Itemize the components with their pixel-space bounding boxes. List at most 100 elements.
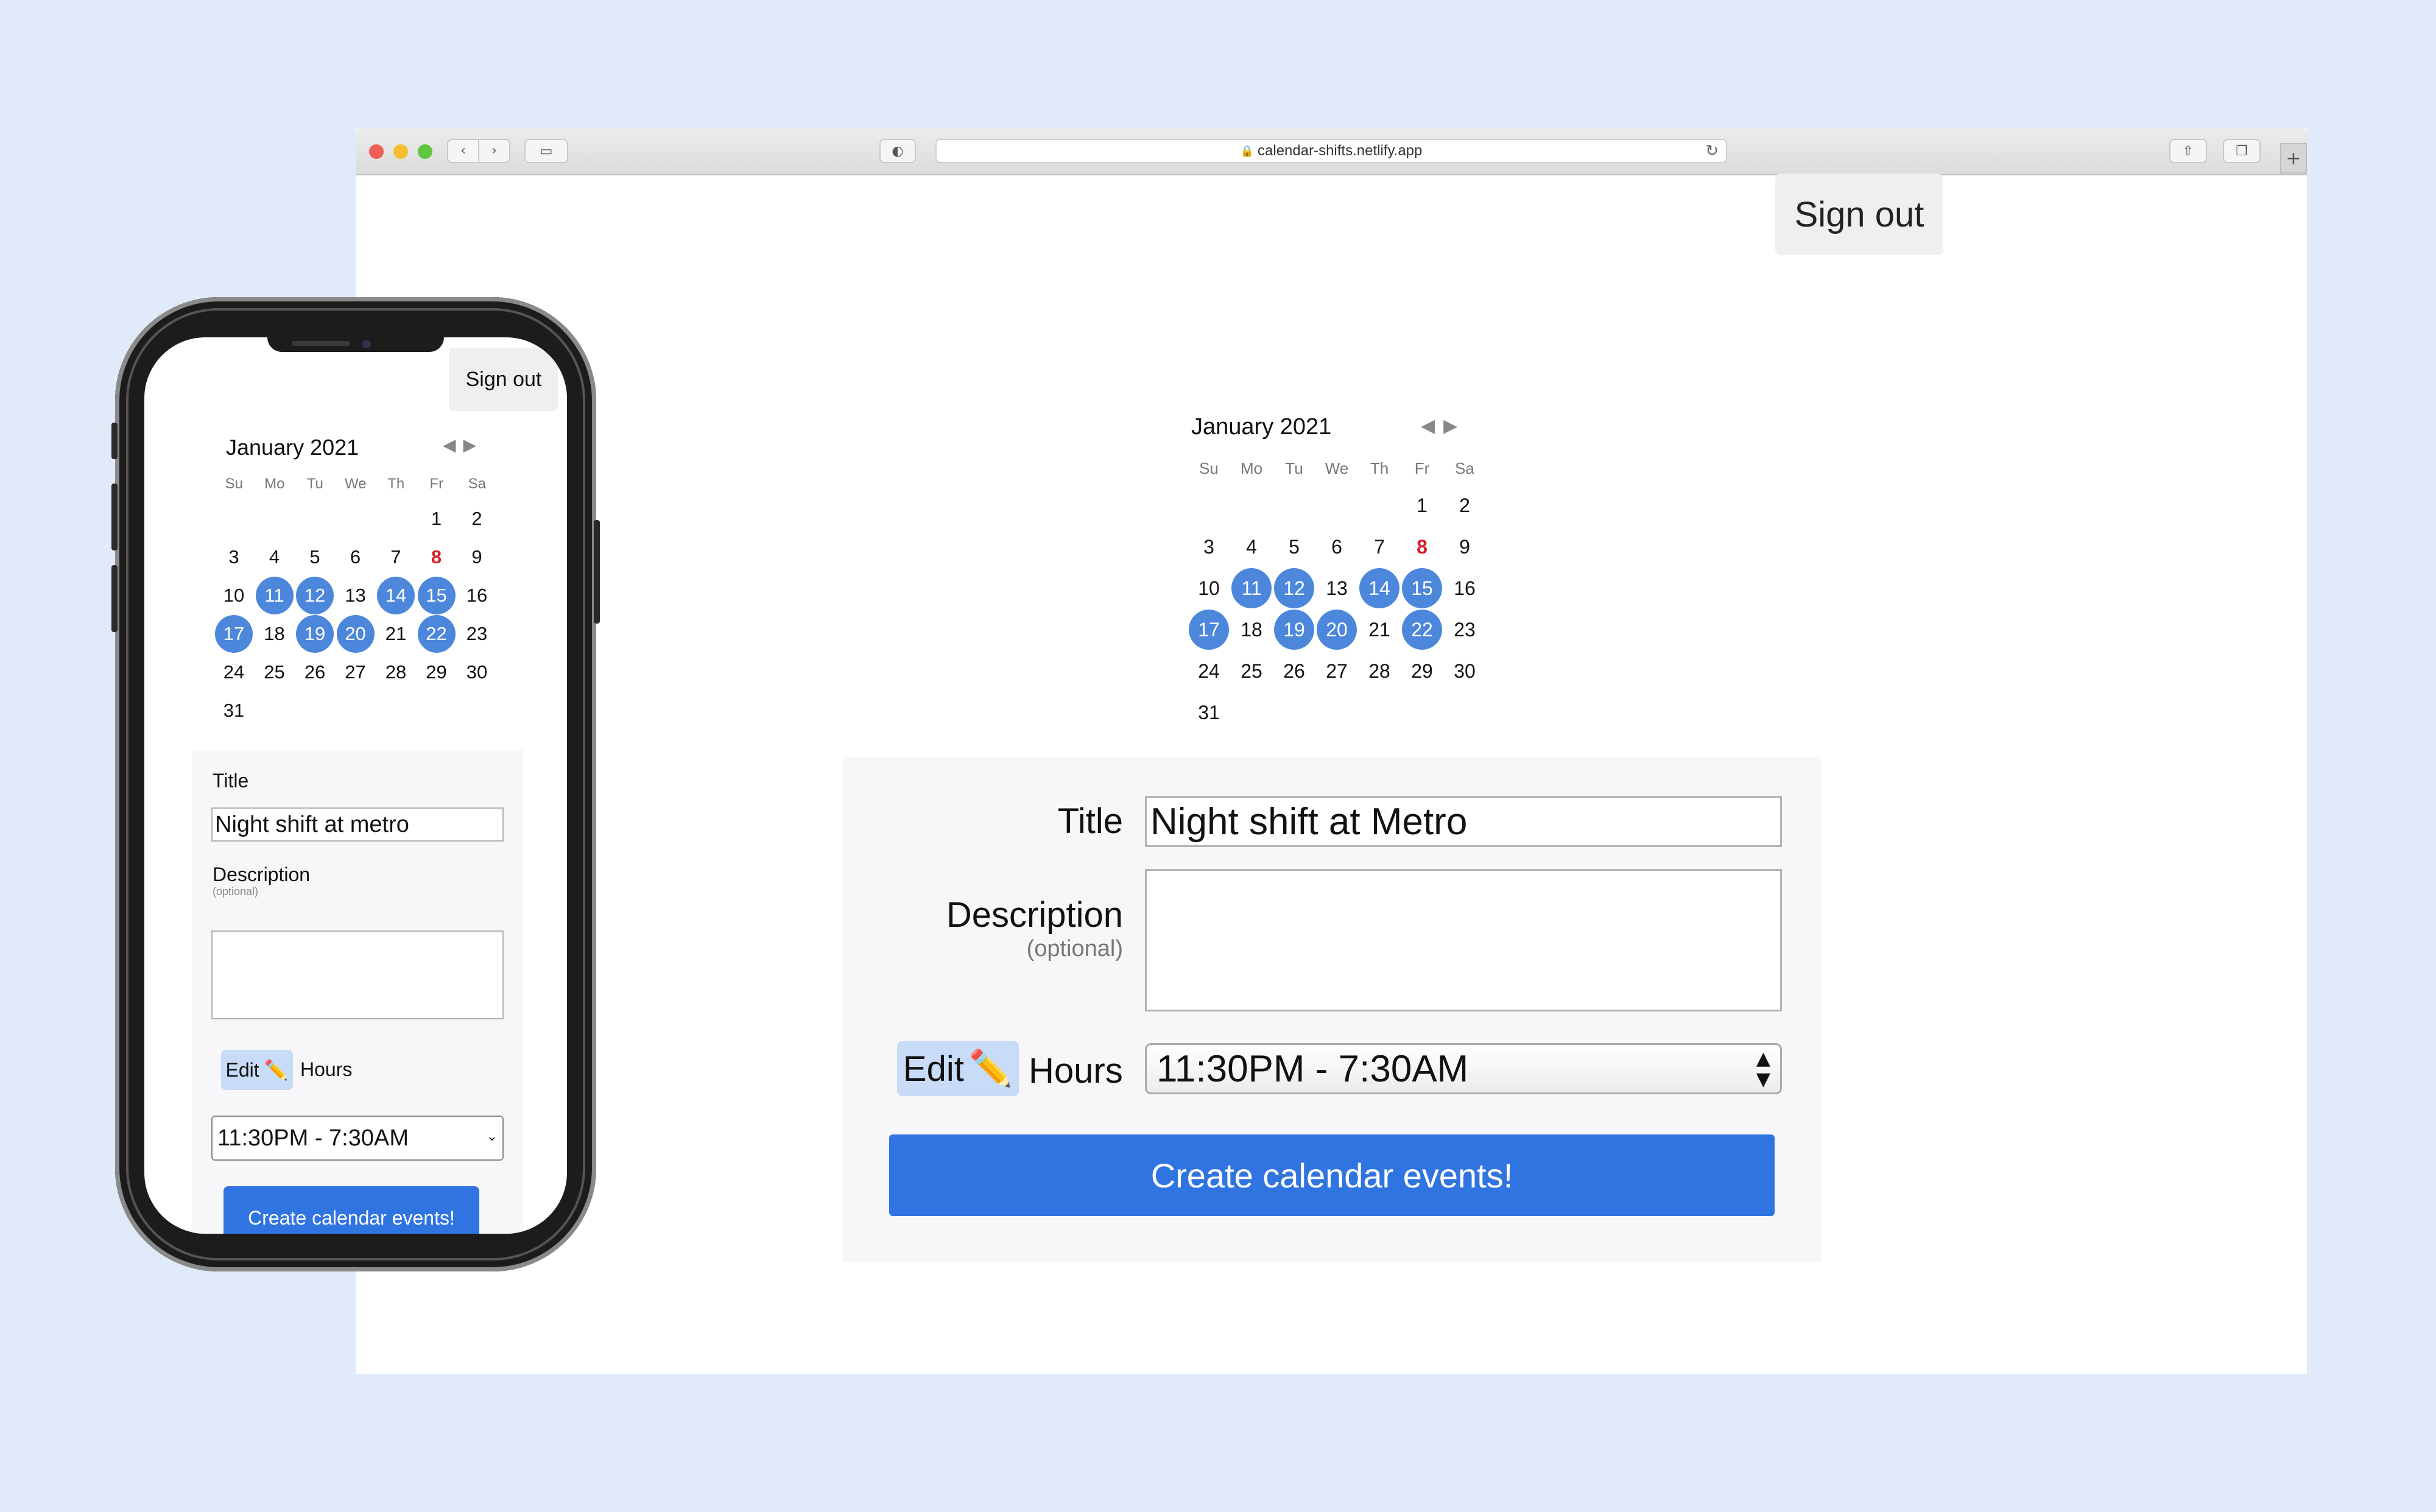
calendar-day-19[interactable]: 19 [1274,610,1314,650]
calendar-day-30[interactable]: 30 [458,653,496,691]
weekday-label: Sa [468,476,486,492]
calendar-day-3[interactable]: 3 [215,538,253,576]
address-bar[interactable]: 🔒 calendar-shifts.netlify.app ↻ [935,139,1727,163]
calendar-day-23[interactable]: 23 [458,615,496,653]
edit-hours-button[interactable]: Edit ✏️ [897,1041,1019,1096]
calendar-day-18[interactable]: 18 [256,615,294,653]
calendar-day-24[interactable]: 24 [215,653,253,691]
weekday-label: Fr [429,476,444,492]
calendar-empty-cell [1317,485,1357,526]
calendar-day-23[interactable]: 23 [1445,610,1485,650]
calendar-day-2[interactable]: 2 [458,500,496,538]
calendar-day-16[interactable]: 16 [458,577,496,614]
weekday-label: Tu [306,476,323,492]
sign-out-button[interactable]: Sign out [1775,174,1943,255]
calendar-day-26[interactable]: 26 [296,653,334,691]
new-tab-button[interactable]: + [2280,143,2307,174]
calendar-day-25[interactable]: 25 [256,653,294,691]
sign-out-button-mobile[interactable]: Sign out [449,348,558,411]
privacy-report-button[interactable]: ◐ [879,139,916,163]
calendar-day-11[interactable]: 11 [255,576,294,614]
calendar-day-29[interactable]: 29 [418,653,456,691]
minimize-window-button[interactable] [393,144,408,159]
calendar-day-28[interactable]: 28 [377,653,415,691]
next-month-icon[interactable]: ▶ [1443,415,1466,437]
calendar-day-18[interactable]: 18 [1231,610,1272,650]
calendar-day-28[interactable]: 28 [1359,651,1399,691]
hours-select[interactable]: 11:30PM - 7:30AM ▲ ▼ [1145,1043,1782,1094]
calendar-day-22[interactable]: 22 [417,614,456,653]
tab-overview-button[interactable]: ❐ [2223,139,2261,163]
calendar-day-15[interactable]: 15 [1402,568,1442,608]
title-input[interactable]: Night shift at Metro [1145,796,1782,847]
calendar-day-8[interactable]: 8 [1402,527,1442,567]
hours-select[interactable]: 11:30PM - 7:30AM ⌄ [211,1116,504,1161]
calendar-day-9[interactable]: 9 [1445,527,1485,567]
camera-icon [362,340,371,348]
calendar-day-26[interactable]: 26 [1274,651,1314,691]
calendar-day-20[interactable]: 20 [1317,610,1357,650]
close-window-button[interactable] [369,144,384,159]
prev-month-icon[interactable]: ◀ [1421,415,1443,437]
calendar-day-13[interactable]: 13 [1317,568,1357,608]
calendar-day-10[interactable]: 10 [1189,568,1229,608]
back-icon[interactable]: ‹ [448,140,479,162]
calendar-day-31[interactable]: 31 [215,692,253,730]
prev-month-icon[interactable]: ◀ [443,435,463,455]
calendar-day-21[interactable]: 21 [1359,610,1399,650]
calendar-day-14[interactable]: 14 [1359,568,1399,608]
sidebar-toggle-button[interactable]: ▭ [524,139,568,163]
calendar-day-19[interactable]: 19 [296,614,334,653]
calendar-day-4[interactable]: 4 [1231,527,1272,567]
calendar-day-27[interactable]: 27 [337,653,375,691]
calendar-day-7[interactable]: 7 [377,538,415,576]
reload-icon[interactable]: ↻ [1705,142,1719,160]
calendar-empty-cell [215,500,253,538]
calendar-day-10[interactable]: 10 [215,577,253,614]
calendar-day-3[interactable]: 3 [1189,527,1229,567]
calendar-grid: Su Mo Tu We Th Fr Sa 1 2 3 4 5 6 7 8 9 10 11 12 13 14 15 16 17 1… [1188,452,1486,733]
edit-hours-button[interactable]: Edit ✏️ [221,1050,293,1090]
create-events-button[interactable]: Create calendar events! [889,1134,1775,1216]
title-input[interactable]: Night shift at metro [211,807,504,842]
calendar-day-27[interactable]: 27 [1317,651,1357,691]
calendar-day-30[interactable]: 30 [1445,651,1485,691]
create-events-button[interactable]: Create calendar events! [224,1186,479,1234]
calendar-day-4[interactable]: 4 [256,538,294,576]
calendar-empty-cell [256,500,294,538]
calendar-day-1[interactable]: 1 [418,500,456,538]
calendar-day-17[interactable]: 17 [215,614,253,653]
calendar-day-16[interactable]: 16 [1445,568,1485,608]
calendar-day-12[interactable]: 12 [1274,568,1314,608]
calendar-day-14[interactable]: 14 [377,576,415,614]
calendar-day-25[interactable]: 25 [1231,651,1272,691]
next-month-icon[interactable]: ▶ [463,435,484,455]
calendar-day-20[interactable]: 20 [336,614,375,653]
calendar-day-12[interactable]: 12 [296,576,334,614]
hours-select-value: 11:30PM - 7:30AM [217,1125,409,1151]
calendar-day-9[interactable]: 9 [458,538,496,576]
calendar-day-11[interactable]: 11 [1231,568,1272,608]
zoom-window-button[interactable] [418,144,432,159]
description-textarea[interactable] [1145,869,1782,1011]
calendar-empty-cell [1317,692,1357,733]
share-button[interactable]: ⇧ [2169,139,2207,163]
calendar-day-29[interactable]: 29 [1402,651,1442,691]
calendar-day-5[interactable]: 5 [296,538,334,576]
calendar-day-21[interactable]: 21 [377,615,415,653]
calendar-day-6[interactable]: 6 [1317,527,1357,567]
calendar-day-13[interactable]: 13 [337,577,375,614]
calendar-day-31[interactable]: 31 [1189,692,1229,733]
calendar-day-2[interactable]: 2 [1445,485,1485,526]
calendar-day-24[interactable]: 24 [1189,651,1229,691]
description-textarea[interactable] [211,930,504,1019]
calendar-day-1[interactable]: 1 [1402,485,1442,526]
calendar-day-6[interactable]: 6 [337,538,375,576]
calendar-day-22[interactable]: 22 [1402,610,1442,650]
calendar-day-8[interactable]: 8 [418,538,456,576]
calendar-day-17[interactable]: 17 [1189,610,1229,650]
calendar-day-7[interactable]: 7 [1359,527,1399,567]
calendar-day-15[interactable]: 15 [417,576,456,614]
forward-icon[interactable]: › [479,140,509,162]
calendar-day-5[interactable]: 5 [1274,527,1314,567]
